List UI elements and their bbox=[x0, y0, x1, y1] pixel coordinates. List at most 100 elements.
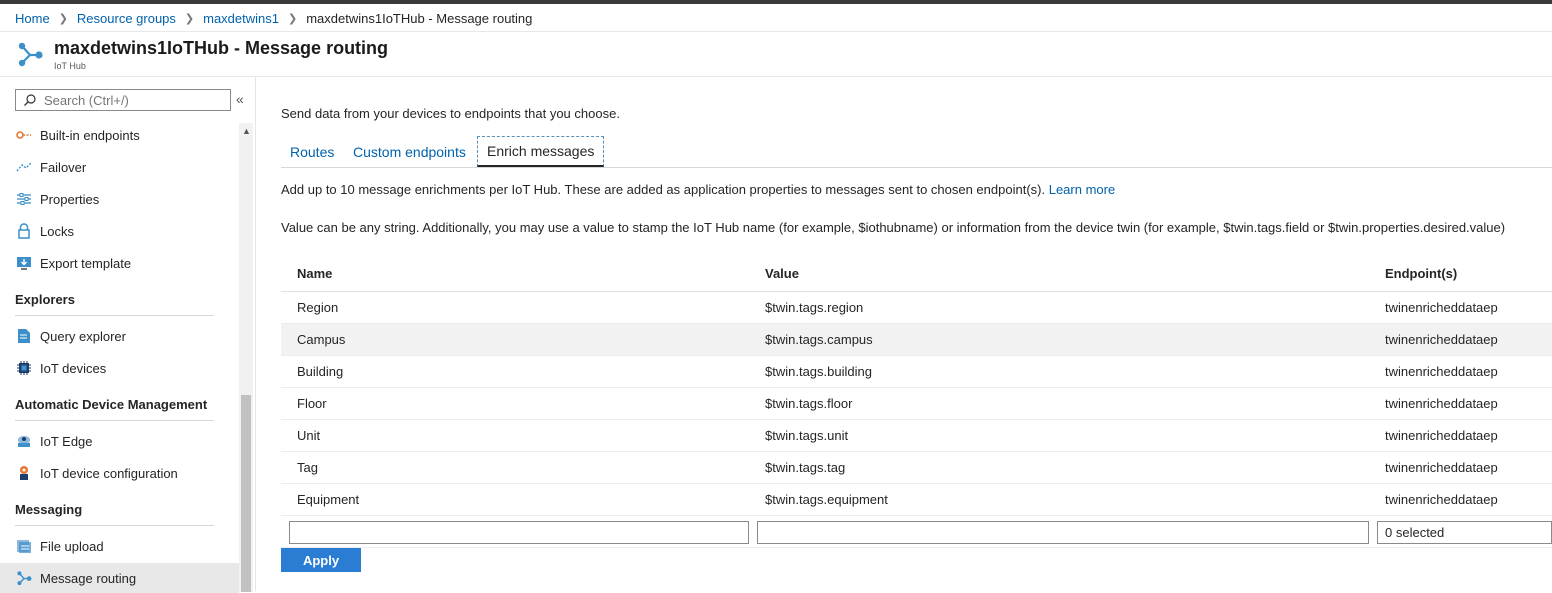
table-row[interactable]: Equipment $twin.tags.equipment twinenric… bbox=[281, 484, 1552, 516]
page-subtitle: IoT Hub bbox=[54, 61, 86, 71]
device-configuration-icon bbox=[15, 465, 32, 482]
cell-endpoint: twinenricheddataep bbox=[1385, 492, 1498, 507]
menu-item-message-routing[interactable]: Message routing bbox=[0, 563, 239, 593]
table-row[interactable]: Unit $twin.tags.unit twinenricheddataep bbox=[281, 420, 1552, 452]
menu-item-label: Query explorer bbox=[40, 328, 126, 344]
cell-endpoint: twinenricheddataep bbox=[1385, 364, 1498, 379]
breadcrumb-resource-group[interactable]: maxdetwins1 bbox=[203, 11, 279, 26]
menu-item-label: File upload bbox=[40, 538, 104, 554]
cell-endpoint: twinenricheddataep bbox=[1385, 428, 1498, 443]
cell-name: Equipment bbox=[297, 492, 360, 507]
chevron-right-icon: ❯ bbox=[288, 12, 298, 25]
table-row[interactable]: Region $twin.tags.region twinenricheddat… bbox=[281, 292, 1552, 324]
resource-menu: « ▲ Built-in endpoints Failover Properti… bbox=[0, 76, 256, 593]
menu-item-label: IoT Edge bbox=[40, 433, 93, 449]
apply-button[interactable]: Apply bbox=[281, 548, 361, 572]
value-description: Value can be any string. Additionally, y… bbox=[281, 220, 1506, 235]
new-name-input[interactable] bbox=[289, 521, 749, 544]
menu-section-device-management: Automatic Device Management bbox=[15, 395, 214, 421]
cell-name: Region bbox=[297, 300, 339, 315]
intro-text: Send data from your devices to endpoints… bbox=[281, 106, 620, 121]
column-header-value: Value bbox=[765, 266, 799, 281]
cell-value: $twin.tags.region bbox=[765, 300, 864, 315]
table-row[interactable]: Floor $twin.tags.floor twinenricheddatae… bbox=[281, 388, 1552, 420]
cell-value: $twin.tags.building bbox=[765, 364, 872, 379]
menu-item-label: Properties bbox=[40, 191, 100, 207]
iot-edge-icon bbox=[15, 433, 32, 450]
cell-endpoint: twinenricheddataep bbox=[1385, 300, 1498, 315]
menu-item-label: IoT device configuration bbox=[40, 465, 178, 481]
search-box[interactable] bbox=[15, 89, 231, 111]
page-title: maxdetwins1IoTHub - Message routing bbox=[54, 38, 389, 58]
breadcrumb: Home ❯ Resource groups ❯ maxdetwins1 ❯ m… bbox=[15, 9, 532, 27]
portal-top-bar bbox=[0, 0, 1552, 4]
menu-item-properties[interactable]: Properties bbox=[0, 184, 239, 214]
cell-value: $twin.tags.equipment bbox=[765, 492, 888, 507]
cell-value: $twin.tags.campus bbox=[765, 332, 873, 347]
table-row[interactable]: Building $twin.tags.building twinenriche… bbox=[281, 356, 1552, 388]
iot-hub-icon bbox=[18, 42, 43, 67]
menu-section-explorers: Explorers bbox=[15, 290, 214, 316]
enrichment-description-text: Add up to 10 message enrichments per IoT… bbox=[281, 182, 1046, 197]
cell-value: $twin.tags.tag bbox=[765, 460, 846, 475]
query-explorer-icon bbox=[15, 328, 32, 345]
table-row[interactable]: Tag $twin.tags.tag twinenricheddataep bbox=[281, 452, 1552, 484]
breadcrumb-home[interactable]: Home bbox=[15, 11, 50, 26]
cell-name: Floor bbox=[297, 396, 327, 411]
tab-custom-endpoints[interactable]: Custom endpoints bbox=[353, 136, 466, 167]
menu-item-iot-device-configuration[interactable]: IoT device configuration bbox=[0, 458, 239, 488]
table-header: Name Value Endpoint(s) bbox=[281, 258, 1552, 292]
menu-item-failover[interactable]: Failover bbox=[0, 152, 239, 182]
search-input[interactable] bbox=[44, 92, 224, 108]
lock-icon bbox=[15, 223, 32, 240]
content-pane: Send data from your devices to endpoints… bbox=[256, 76, 1552, 591]
cell-endpoint: twinenricheddataep bbox=[1385, 332, 1498, 347]
cell-name: Unit bbox=[297, 428, 321, 443]
menu-scrollbar[interactable]: ▲ bbox=[239, 123, 253, 592]
cell-name: Campus bbox=[297, 332, 346, 347]
tab-enrich-messages[interactable]: Enrich messages bbox=[477, 136, 605, 167]
endpoint-icon bbox=[15, 127, 32, 144]
enrichment-description: Add up to 10 message enrichments per IoT… bbox=[281, 182, 1115, 197]
menu-item-label: Failover bbox=[40, 159, 87, 175]
tab-bar: Routes Custom endpoints Enrich messages bbox=[281, 136, 1552, 168]
cell-endpoint: twinenricheddataep bbox=[1385, 396, 1498, 411]
menu-item-export-template[interactable]: Export template bbox=[0, 248, 239, 278]
iot-devices-icon bbox=[15, 360, 32, 377]
cell-name: Building bbox=[297, 364, 344, 379]
failover-icon bbox=[15, 159, 32, 176]
scroll-up-icon[interactable]: ▲ bbox=[242, 126, 251, 136]
menu-item-iot-devices[interactable]: IoT devices bbox=[0, 353, 239, 383]
menu-item-file-upload[interactable]: File upload bbox=[0, 531, 239, 561]
breadcrumb-resource-groups[interactable]: Resource groups bbox=[77, 11, 176, 26]
export-template-icon bbox=[15, 255, 32, 272]
chevron-right-icon: ❯ bbox=[184, 12, 195, 25]
menu-item-query-explorer[interactable]: Query explorer bbox=[0, 321, 239, 351]
chevron-right-icon: ❯ bbox=[58, 12, 68, 25]
cell-endpoint: twinenricheddataep bbox=[1385, 460, 1498, 475]
column-header-name: Name bbox=[297, 266, 333, 281]
breadcrumb-current: maxdetwins1IoTHub - Message routing bbox=[306, 10, 533, 26]
collapse-menu-icon[interactable]: « bbox=[236, 91, 244, 107]
blade-header: maxdetwins1IoTHub - Message routing IoT … bbox=[0, 31, 1552, 76]
column-header-endpoints: Endpoint(s) bbox=[1385, 266, 1458, 281]
menu-item-label: Built-in endpoints bbox=[40, 127, 140, 143]
properties-icon bbox=[15, 191, 32, 208]
new-enrichment-row: 0 selected bbox=[281, 516, 1552, 548]
tab-routes[interactable]: Routes bbox=[290, 136, 334, 167]
file-upload-icon bbox=[15, 538, 32, 555]
learn-more-link[interactable]: Learn more bbox=[1049, 182, 1115, 197]
new-value-input[interactable] bbox=[757, 521, 1369, 544]
scrollbar-thumb[interactable] bbox=[241, 395, 251, 592]
table-row[interactable]: Campus $twin.tags.campus twinenricheddat… bbox=[281, 324, 1552, 356]
menu-item-locks[interactable]: Locks bbox=[0, 216, 239, 246]
cell-name: Tag bbox=[297, 460, 318, 475]
menu-item-label: Message routing bbox=[40, 570, 137, 586]
message-routing-icon bbox=[15, 570, 32, 587]
cell-value: $twin.tags.floor bbox=[765, 396, 853, 411]
menu-item-built-in-endpoints[interactable]: Built-in endpoints bbox=[0, 120, 239, 150]
menu-item-iot-edge[interactable]: IoT Edge bbox=[0, 426, 239, 456]
menu-item-label: Export template bbox=[40, 255, 132, 271]
cell-value: $twin.tags.unit bbox=[765, 428, 849, 443]
endpoints-select[interactable]: 0 selected bbox=[1377, 521, 1552, 544]
